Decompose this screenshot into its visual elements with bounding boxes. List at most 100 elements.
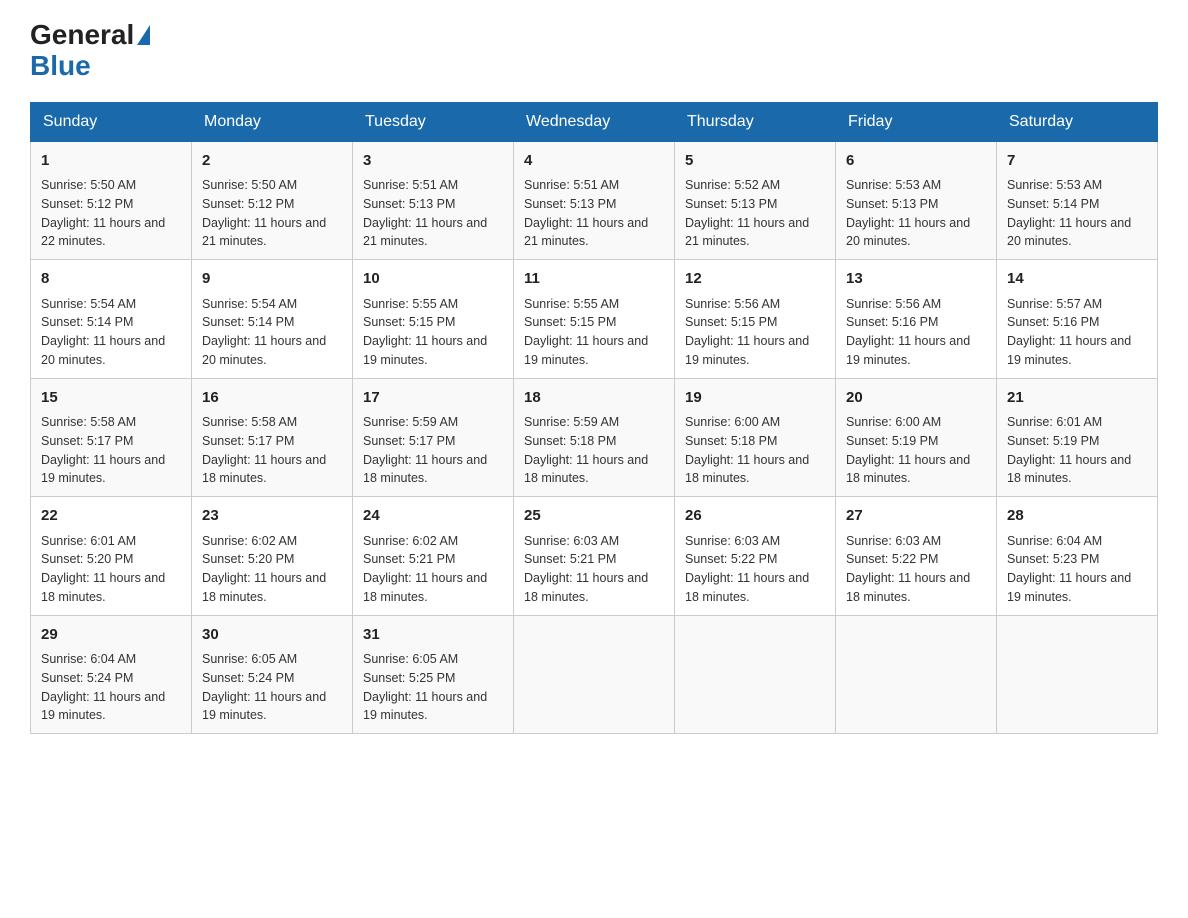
sunset-info: Sunset: 5:15 PM <box>524 315 616 329</box>
day-number: 20 <box>846 387 986 410</box>
calendar-cell: 3Sunrise: 5:51 AMSunset: 5:13 PMDaylight… <box>353 141 514 260</box>
sunset-info: Sunset: 5:13 PM <box>363 197 455 211</box>
sunset-info: Sunset: 5:24 PM <box>41 671 133 685</box>
sunrise-info: Sunrise: 5:58 AM <box>202 415 297 429</box>
daylight-info: Daylight: 11 hours and 19 minutes. <box>1007 334 1131 367</box>
calendar-cell: 7 Sunrise: 5:53 AM Sunset: 5:14 PM Daylight… <box>997 141 1158 260</box>
day-number: 8 <box>41 268 181 291</box>
daylight-info: Daylight: 11 hours and 21 minutes. <box>363 216 487 249</box>
page-header: General Blue <box>30 20 1158 82</box>
logo: General Blue <box>30 20 150 82</box>
sunrise-info: Sunrise: 5:59 AM <box>524 415 619 429</box>
sunrise-info: Sunrise: 5:51 AM <box>363 178 458 192</box>
daylight-info: Daylight: 11 hours and 19 minutes. <box>846 334 970 367</box>
daylight-info: Daylight: 11 hours and 21 minutes. <box>202 216 326 249</box>
sunset-info: Sunset: 5:19 PM <box>1007 434 1099 448</box>
calendar-cell: 30Sunrise: 6:05 AMSunset: 5:24 PMDayligh… <box>192 615 353 734</box>
sunrise-info: Sunrise: 5:59 AM <box>363 415 458 429</box>
calendar-cell: 24Sunrise: 6:02 AMSunset: 5:21 PMDayligh… <box>353 497 514 616</box>
calendar-cell <box>997 615 1158 734</box>
daylight-info: Daylight: 11 hours and 18 minutes. <box>685 453 809 486</box>
sunrise-info: Sunrise: 5:53 AM <box>1007 178 1102 192</box>
daylight-info: Daylight: 11 hours and 19 minutes. <box>524 334 648 367</box>
calendar-cell: 22Sunrise: 6:01 AMSunset: 5:20 PMDayligh… <box>31 497 192 616</box>
day-number: 10 <box>363 268 503 291</box>
calendar-cell: 5Sunrise: 5:52 AMSunset: 5:13 PMDaylight… <box>675 141 836 260</box>
calendar-cell: 28Sunrise: 6:04 AMSunset: 5:23 PMDayligh… <box>997 497 1158 616</box>
sunrise-info: Sunrise: 5:55 AM <box>524 297 619 311</box>
calendar-table: SundayMondayTuesdayWednesdayThursdayFrid… <box>30 102 1158 735</box>
day-number: 19 <box>685 387 825 410</box>
calendar-cell: 2Sunrise: 5:50 AMSunset: 5:12 PMDaylight… <box>192 141 353 260</box>
sunrise-info: Sunrise: 6:01 AM <box>41 534 136 548</box>
calendar-cell: 29Sunrise: 6:04 AMSunset: 5:24 PMDayligh… <box>31 615 192 734</box>
daylight-info: Daylight: 11 hours and 18 minutes. <box>524 453 648 486</box>
daylight-info: Daylight: 11 hours and 19 minutes. <box>363 690 487 723</box>
sunset-info: Sunset: 5:22 PM <box>846 552 938 566</box>
sunrise-info: Sunrise: 5:54 AM <box>41 297 136 311</box>
sunset-info: Sunset: 5:14 PM <box>41 315 133 329</box>
sunset-info: Sunset: 5:23 PM <box>1007 552 1099 566</box>
sunrise-info: Sunrise: 6:01 AM <box>1007 415 1102 429</box>
daylight-info: Daylight: 11 hours and 20 minutes. <box>846 216 970 249</box>
day-number: 7 <box>1007 150 1147 173</box>
calendar-cell: 1Sunrise: 5:50 AMSunset: 5:12 PMDaylight… <box>31 141 192 260</box>
day-number: 14 <box>1007 268 1147 291</box>
daylight-info: Daylight: 11 hours and 20 minutes. <box>1007 216 1131 249</box>
sunset-info: Sunset: 5:14 PM <box>202 315 294 329</box>
sunset-info: Sunset: 5:15 PM <box>363 315 455 329</box>
sunrise-info: Sunrise: 5:50 AM <box>202 178 297 192</box>
week-row-3: 15 Sunrise: 5:58 AM Sunset: 5:17 PM Dayligh… <box>31 378 1158 497</box>
calendar-cell: 10Sunrise: 5:55 AMSunset: 5:15 PMDayligh… <box>353 260 514 379</box>
calendar-cell: 6Sunrise: 5:53 AMSunset: 5:13 PMDaylight… <box>836 141 997 260</box>
daylight-info: Daylight: 11 hours and 20 minutes. <box>202 334 326 367</box>
sunrise-info: Sunrise: 5:54 AM <box>202 297 297 311</box>
daylight-info: Daylight: 11 hours and 21 minutes. <box>524 216 648 249</box>
day-number: 12 <box>685 268 825 291</box>
calendar-cell: 16Sunrise: 5:58 AMSunset: 5:17 PMDayligh… <box>192 378 353 497</box>
logo-triangle-icon <box>137 25 150 45</box>
sunset-info: Sunset: 5:15 PM <box>685 315 777 329</box>
day-number: 6 <box>846 150 986 173</box>
calendar-cell: 4Sunrise: 5:51 AMSunset: 5:13 PMDaylight… <box>514 141 675 260</box>
day-number: 17 <box>363 387 503 410</box>
day-number: 11 <box>524 268 664 291</box>
daylight-info: Daylight: 11 hours and 18 minutes. <box>363 453 487 486</box>
calendar-cell: 20Sunrise: 6:00 AMSunset: 5:19 PMDayligh… <box>836 378 997 497</box>
sunrise-info: Sunrise: 5:57 AM <box>1007 297 1102 311</box>
sunset-info: Sunset: 5:12 PM <box>41 197 133 211</box>
daylight-info: Daylight: 11 hours and 20 minutes. <box>41 334 165 367</box>
day-number: 30 <box>202 624 342 647</box>
daylight-info: Daylight: 11 hours and 19 minutes. <box>41 453 165 486</box>
daylight-info: Daylight: 11 hours and 18 minutes. <box>685 571 809 604</box>
calendar-cell: 26Sunrise: 6:03 AMSunset: 5:22 PMDayligh… <box>675 497 836 616</box>
sunrise-info: Sunrise: 6:03 AM <box>846 534 941 548</box>
sunset-info: Sunset: 5:21 PM <box>524 552 616 566</box>
day-number: 18 <box>524 387 664 410</box>
sunset-info: Sunset: 5:16 PM <box>1007 315 1099 329</box>
day-number: 2 <box>202 150 342 173</box>
header-monday: Monday <box>192 102 353 141</box>
sunrise-info: Sunrise: 5:56 AM <box>685 297 780 311</box>
sunset-info: Sunset: 5:20 PM <box>41 552 133 566</box>
daylight-info: Daylight: 11 hours and 22 minutes. <box>41 216 165 249</box>
sunrise-info: Sunrise: 5:51 AM <box>524 178 619 192</box>
day-number: 26 <box>685 505 825 528</box>
calendar-cell: 19Sunrise: 6:00 AMSunset: 5:18 PMDayligh… <box>675 378 836 497</box>
sunset-info: Sunset: 5:14 PM <box>1007 197 1099 211</box>
day-number: 15 <box>41 387 181 410</box>
sunrise-info: Sunrise: 6:00 AM <box>685 415 780 429</box>
sunset-info: Sunset: 5:17 PM <box>202 434 294 448</box>
calendar-cell: 31Sunrise: 6:05 AMSunset: 5:25 PMDayligh… <box>353 615 514 734</box>
logo-general-text: General <box>30 20 134 51</box>
calendar-cell: 17Sunrise: 5:59 AMSunset: 5:17 PMDayligh… <box>353 378 514 497</box>
sunrise-info: Sunrise: 6:04 AM <box>41 652 136 666</box>
day-number: 5 <box>685 150 825 173</box>
calendar-cell: 15Sunrise: 5:58 AMSunset: 5:17 PMDayligh… <box>31 378 192 497</box>
sunset-info: Sunset: 5:21 PM <box>363 552 455 566</box>
header-row: SundayMondayTuesdayWednesdayThursdayFrid… <box>31 102 1158 141</box>
day-number: 23 <box>202 505 342 528</box>
daylight-info: Daylight: 11 hours and 18 minutes. <box>1007 453 1131 486</box>
calendar-cell: 21Sunrise: 6:01 AMSunset: 5:19 PMDayligh… <box>997 378 1158 497</box>
header-sunday: Sunday <box>31 102 192 141</box>
